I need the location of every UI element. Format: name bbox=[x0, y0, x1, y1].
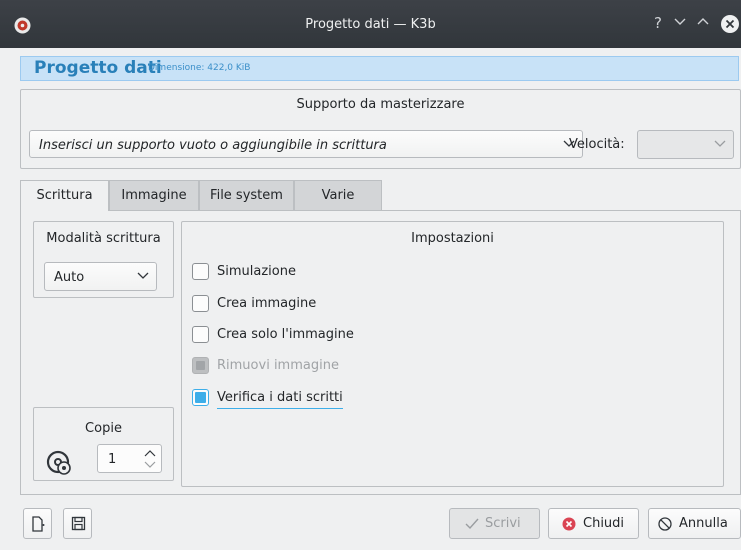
copies-caption: Copie bbox=[85, 421, 122, 436]
close-window-button[interactable] bbox=[719, 14, 741, 33]
checkbox-label: Crea immagine bbox=[217, 296, 317, 311]
tab-varie[interactable]: Varie bbox=[294, 180, 382, 210]
checkbox-label: Verifica i dati scritti bbox=[217, 390, 343, 409]
close-icon bbox=[721, 15, 739, 33]
checkbox-label: Simulazione bbox=[217, 264, 296, 279]
speed-label: Velocità: bbox=[569, 137, 625, 152]
help-button[interactable]: ? bbox=[649, 14, 667, 32]
maximize-button[interactable] bbox=[694, 14, 712, 32]
close-circle-icon bbox=[562, 517, 576, 531]
cancel-button-label: Annulla bbox=[679, 516, 728, 531]
write-button-label: Scrivi bbox=[485, 516, 521, 531]
checkbox-box bbox=[192, 357, 209, 374]
speed-select[interactable] bbox=[637, 130, 734, 159]
write-mode-value: Auto bbox=[54, 270, 85, 285]
write-button[interactable]: Scrivi bbox=[449, 508, 540, 539]
tab-file-system[interactable]: File system bbox=[199, 180, 294, 210]
checkbox-label: Rimuovi immagine bbox=[217, 358, 339, 373]
copies-group: Copie 1 bbox=[33, 407, 174, 481]
checkmark-icon bbox=[465, 518, 479, 530]
save-icon bbox=[71, 516, 86, 531]
project-header: Progetto dati Dimensione: 422,0 KiB bbox=[20, 56, 739, 81]
media-select[interactable]: Inserisci un supporto vuoto o aggiungibi… bbox=[29, 130, 583, 158]
write-mode-group: Modalità scrittura Auto bbox=[33, 221, 174, 298]
dialog-window: Progetto dati — K3b ? Progetto dati Dime… bbox=[0, 0, 741, 550]
close-button[interactable]: Chiudi bbox=[548, 508, 639, 539]
checkbox-box[interactable] bbox=[192, 389, 209, 406]
document-icon bbox=[32, 516, 45, 532]
project-title: Progetto dati bbox=[34, 58, 162, 78]
save-project-button[interactable] bbox=[63, 508, 92, 539]
checkbox-box[interactable] bbox=[192, 295, 209, 312]
settings-group: Impostazioni Simulazione Crea immagine C… bbox=[181, 221, 724, 487]
chevron-down-icon bbox=[137, 272, 149, 279]
checkbox-label: Crea solo l'immagine bbox=[217, 327, 354, 342]
window-title: Progetto dati — K3b bbox=[305, 17, 436, 32]
disc-copy-icon bbox=[46, 450, 71, 475]
cancel-button[interactable]: Annulla bbox=[648, 508, 741, 539]
write-mode-select[interactable]: Auto bbox=[44, 262, 157, 291]
media-group: Supporto da masterizzare Inserisci un su… bbox=[20, 89, 741, 169]
project-size: Dimensione: 422,0 KiB bbox=[148, 63, 251, 73]
settings-caption: Impostazioni bbox=[411, 231, 494, 246]
load-project-button[interactable] bbox=[23, 508, 52, 539]
chevron-down-icon bbox=[674, 18, 686, 25]
chevron-down-icon bbox=[714, 140, 726, 147]
tab-scrittura[interactable]: Scrittura bbox=[20, 180, 109, 211]
media-select-value: Inserisci un supporto vuoto o aggiungibi… bbox=[39, 138, 387, 153]
cancel-icon bbox=[658, 517, 672, 531]
minimize-button[interactable] bbox=[671, 14, 689, 32]
title-bar[interactable]: Progetto dati — K3b ? bbox=[0, 0, 741, 48]
tab-panel-scrittura: Modalità scrittura Auto Copie 1 Impostaz… bbox=[20, 210, 741, 495]
copies-value: 1 bbox=[108, 452, 117, 467]
checkbox-box[interactable] bbox=[192, 326, 209, 343]
chevron-up-icon bbox=[697, 18, 709, 25]
write-mode-caption: Modalità scrittura bbox=[46, 231, 161, 246]
tab-immagine[interactable]: Immagine bbox=[109, 180, 199, 210]
spin-arrows-icon[interactable] bbox=[143, 447, 157, 471]
checkbox-box[interactable] bbox=[192, 263, 209, 280]
copies-spinbox[interactable]: 1 bbox=[97, 444, 162, 473]
media-group-caption: Supporto da masterizzare bbox=[296, 97, 465, 112]
close-button-label: Chiudi bbox=[583, 516, 625, 531]
